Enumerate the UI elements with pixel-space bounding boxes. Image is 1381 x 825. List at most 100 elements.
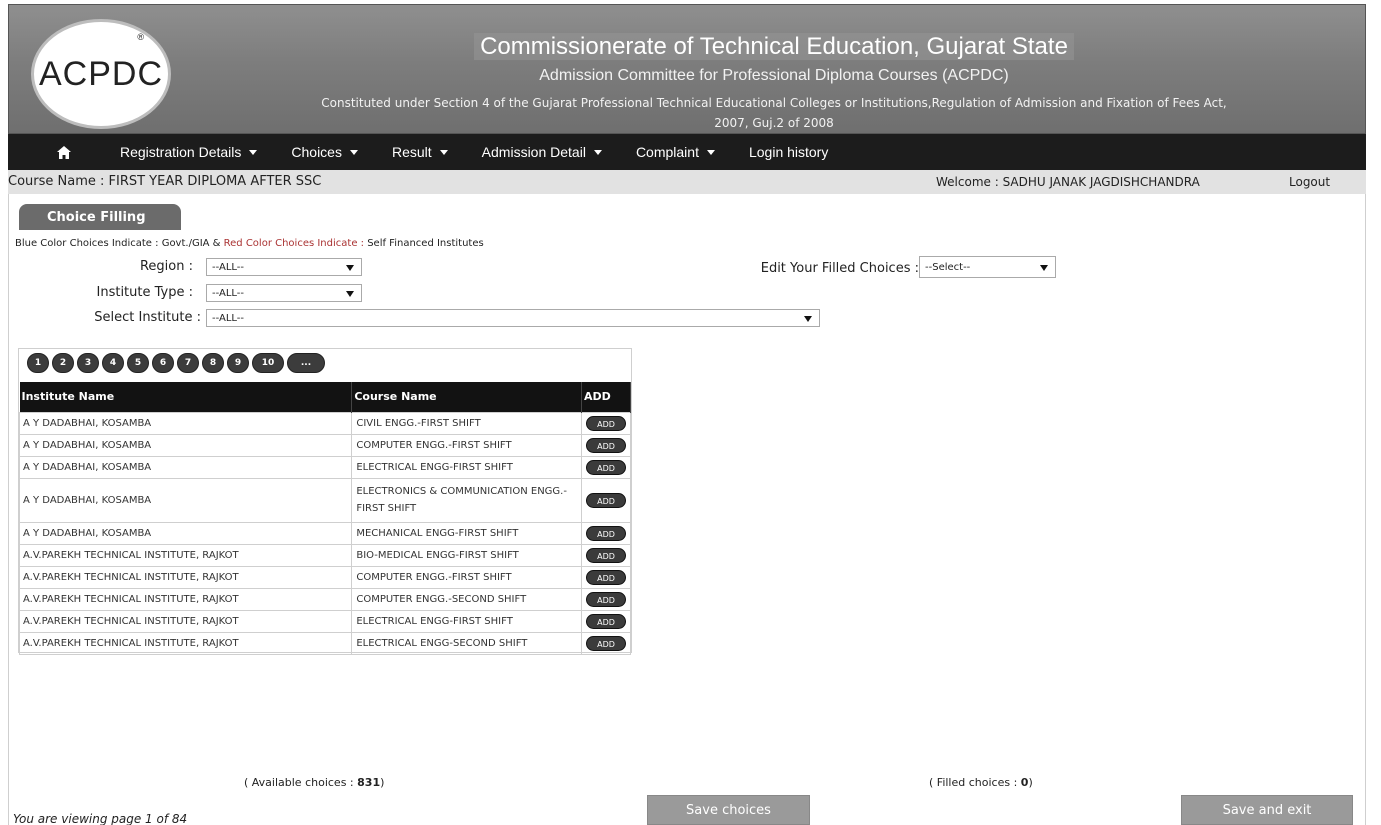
add-cell: ADD [581,521,631,545]
edit-filled-choices-label: Edit Your Filled Choices : [760,261,919,276]
table-row: A.V.PAREKH TECHNICAL INSTITUTE, RAJKOT C… [18,565,631,589]
course-cell: BIO-MEDICAL ENGG-FIRST SHIFT [351,543,582,567]
page-button[interactable]: 1 [27,353,49,373]
course-cell: COMPUTER ENGG.-SECOND SHIFT [351,587,582,611]
add-cell: ADD [581,455,631,479]
table-row: A Y DADABHAI, KOSAMBA ELECTRONICS & COMM… [18,477,631,523]
page-button[interactable]: 2 [52,353,74,373]
add-cell: ADD [581,543,631,567]
main-nav: Registration Details Choices Result Admi… [8,134,1366,170]
institute-select-value: --ALL-- [212,312,245,324]
nav-label: Login history [748,144,829,160]
add-cell: ADD [581,477,631,523]
site-title: Commissionerate of Technical Education, … [189,33,1359,61]
choice-filling-tab[interactable]: Choice Filling [19,204,181,230]
legend-red: Red Color Choices Indicate : [223,238,368,249]
institute-select[interactable]: --ALL-- [206,309,820,327]
course-cell: CIVIL ENGG.-FIRST SHIFT [351,411,582,435]
table-row: A Y DADABHAI, KOSAMBA MECHANICAL ENGG-FI… [18,521,631,545]
available-suffix: ) [380,776,385,789]
color-legend: Blue Color Choices Indicate : Govt./GIA … [15,238,484,249]
add-button[interactable]: ADD [586,525,626,541]
nav-complaint[interactable]: Complaint [636,144,715,160]
nav-admission-detail[interactable]: Admission Detail [482,144,602,160]
page-info: You are viewing page 1 of 84 [13,812,188,825]
main-content: Choice Filling Blue Color Choices Indica… [8,194,1366,825]
course-name: Course Name : FIRST YEAR DIPLOMA AFTER S… [8,174,322,189]
act-description: Constituted under Section 4 of the Gujar… [199,93,1349,133]
page-button[interactable]: 9 [227,353,249,373]
institute-type-select[interactable]: --ALL-- [206,284,362,302]
table-row: A.V.PAREKH TECHNICAL INSTITUTE, RAJKOT E… [18,609,631,633]
region-select[interactable]: --ALL-- [206,258,362,276]
add-button[interactable]: ADD [586,459,626,475]
acpdc-logo[interactable]: ACPDC ® [31,19,171,129]
course-cell: COMPUTER ENGG.-FIRST SHIFT [351,565,582,589]
course-cell: ELECTRICAL ENGG-FIRST SHIFT [351,455,582,479]
add-cell: ADD [581,411,631,435]
col-add: ADD [581,382,631,412]
nav-label: Registration Details [120,144,242,160]
legend-self-financed: Self Financed Institutes [367,238,484,249]
add-button[interactable]: ADD [586,613,626,629]
institute-cell: A Y DADABHAI, KOSAMBA [18,521,353,545]
nav-choices[interactable]: Choices [291,144,358,160]
page-button[interactable]: 6 [152,353,174,373]
save-and-exit-button[interactable]: Save and exit [1181,795,1353,825]
table-row: A Y DADABHAI, KOSAMBA CIVIL ENGG.-FIRST … [18,411,631,435]
pagination: 1 2 3 4 5 6 7 8 9 10 ... [27,353,328,373]
add-button[interactable]: ADD [586,415,626,431]
chevron-down-icon [249,149,258,155]
logout-link[interactable]: Logout [1289,175,1330,189]
institute-cell: A Y DADABHAI, KOSAMBA [18,455,353,479]
nav-label: Choices [291,144,342,160]
region-label: Region : [139,259,193,274]
filled-prefix: ( Filled choices : [929,776,1021,789]
institute-cell: A.V.PAREKH TECHNICAL INSTITUTE, RAJKOT [18,565,353,589]
nav-label: Complaint [635,144,699,160]
nav-result[interactable]: Result [392,144,448,160]
add-cell: ADD [581,587,631,611]
home-button[interactable] [8,134,120,170]
choices-table: Institute Name Course Name ADD A Y DADAB… [18,382,631,655]
institute-cell: A Y DADABHAI, KOSAMBA [18,433,353,457]
course-cell: ELECTRICAL ENGG-FIRST SHIFT [351,609,582,633]
edit-filled-choices-value: --Select-- [925,261,971,273]
add-button[interactable]: ADD [586,492,626,508]
col-institute-name: Institute Name [19,382,353,412]
add-button[interactable]: ADD [586,591,626,607]
add-button[interactable]: ADD [586,569,626,585]
table-row: A.V.PAREKH TECHNICAL INSTITUTE, RAJKOT E… [18,631,631,655]
registered-mark-icon: ® [137,32,144,42]
nav-label: Admission Detail [481,144,586,160]
page-button[interactable]: 5 [127,353,149,373]
site-subtitle: Admission Committee for Professional Dip… [539,67,1009,84]
page-button[interactable]: 3 [77,353,99,373]
course-cell: ELECTRONICS & COMMUNICATION ENGG.-FIRST … [351,477,582,523]
dropdown-arrow-icon [1040,265,1048,271]
select-institute-label: Select Institute : [94,310,201,325]
institute-type-label: Institute Type : [96,285,194,300]
page-button[interactable]: 8 [202,353,224,373]
page-button[interactable]: 4 [102,353,124,373]
filled-choices: ( Filled choices : 0) [929,776,1033,789]
table-row: A Y DADABHAI, KOSAMBA ELECTRICAL ENGG-FI… [18,455,631,479]
more-pages-button[interactable]: ... [287,353,325,373]
edit-filled-choices-select[interactable]: --Select-- [919,256,1056,278]
chevron-down-icon [706,149,715,155]
table-row: A Y DADABHAI, KOSAMBA COMPUTER ENGG.-FIR… [18,433,631,457]
home-icon [57,145,71,159]
add-button[interactable]: ADD [586,437,626,453]
save-choices-button[interactable]: Save choices [647,795,810,825]
choices-table-panel: 1 2 3 4 5 6 7 8 9 10 ... Institute Name … [18,348,632,655]
add-button[interactable]: ADD [586,635,626,651]
page-button[interactable]: 10 [252,353,284,373]
site-header: ACPDC ® Commissionerate of Technical Edu… [8,4,1366,134]
legend-govt: Blue Color Choices Indicate : Govt./GIA … [15,238,224,249]
nav-login-history[interactable]: Login history [749,144,828,160]
region-select-value: --ALL-- [212,261,245,273]
nav-registration-details[interactable]: Registration Details [120,144,258,160]
chevron-down-icon [593,149,602,155]
page-button[interactable]: 7 [177,353,199,373]
add-button[interactable]: ADD [586,547,626,563]
